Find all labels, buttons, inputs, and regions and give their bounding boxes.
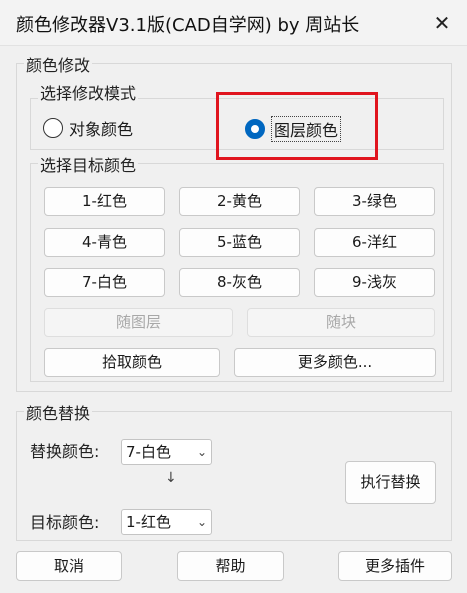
title-bar: 颜色修改器V3.1版(CAD自学网) by 周站长 ✕ [0, 0, 467, 46]
more-colors-button[interactable]: 更多颜色... [234, 348, 436, 377]
target-color-value: 1-红色 [126, 513, 171, 531]
chevron-down-icon: ⌄ [196, 445, 207, 459]
more-plugins-button[interactable]: 更多插件 [338, 551, 452, 581]
color-button-6[interactable]: 6-洋红 [314, 228, 435, 257]
color-button-3[interactable]: 3-绿色 [314, 187, 435, 216]
color-modify-group-label: 颜色修改 [24, 52, 93, 76]
color-button-9[interactable]: 9-浅灰 [314, 268, 435, 297]
window-title: 颜色修改器V3.1版(CAD自学网) by 周站长 [16, 15, 360, 36]
color-button-5[interactable]: 5-蓝色 [179, 228, 300, 257]
mode-group-label: 选择修改模式 [38, 80, 139, 104]
replace-color-select[interactable]: 7-白色 ⌄ [121, 439, 212, 465]
replace-group-label: 颜色替换 [24, 400, 93, 424]
by-block-button[interactable]: 随块 [247, 308, 435, 337]
arrow-down-icon: ↓ [165, 470, 177, 486]
color-button-7[interactable]: 7-白色 [44, 268, 165, 297]
color-button-8[interactable]: 8-灰色 [179, 268, 300, 297]
cancel-button[interactable]: 取消 [16, 551, 122, 581]
color-button-2[interactable]: 2-黄色 [179, 187, 300, 216]
help-button[interactable]: 帮助 [177, 551, 284, 581]
radio-object-color[interactable]: 对象颜色 [43, 116, 133, 140]
target-color-group-label: 选择目标颜色 [38, 152, 139, 176]
chevron-down-icon: ⌄ [196, 515, 207, 529]
pick-color-button[interactable]: 拾取颜色 [44, 348, 220, 377]
color-button-4[interactable]: 4-青色 [44, 228, 165, 257]
execute-replace-button[interactable]: 执行替换 [345, 461, 436, 504]
replace-color-label: 替换颜色: [30, 442, 100, 461]
highlight-box [216, 92, 378, 160]
by-layer-button[interactable]: 随图层 [44, 308, 233, 337]
target-color-label: 目标颜色: [30, 513, 100, 532]
color-button-1[interactable]: 1-红色 [44, 187, 165, 216]
close-icon[interactable]: ✕ [431, 12, 453, 34]
radio-object-color-label: 对象颜色 [69, 120, 134, 139]
radio-unchecked-icon [43, 118, 63, 138]
replace-color-value: 7-白色 [126, 443, 171, 461]
target-color-select[interactable]: 1-红色 ⌄ [121, 509, 212, 535]
